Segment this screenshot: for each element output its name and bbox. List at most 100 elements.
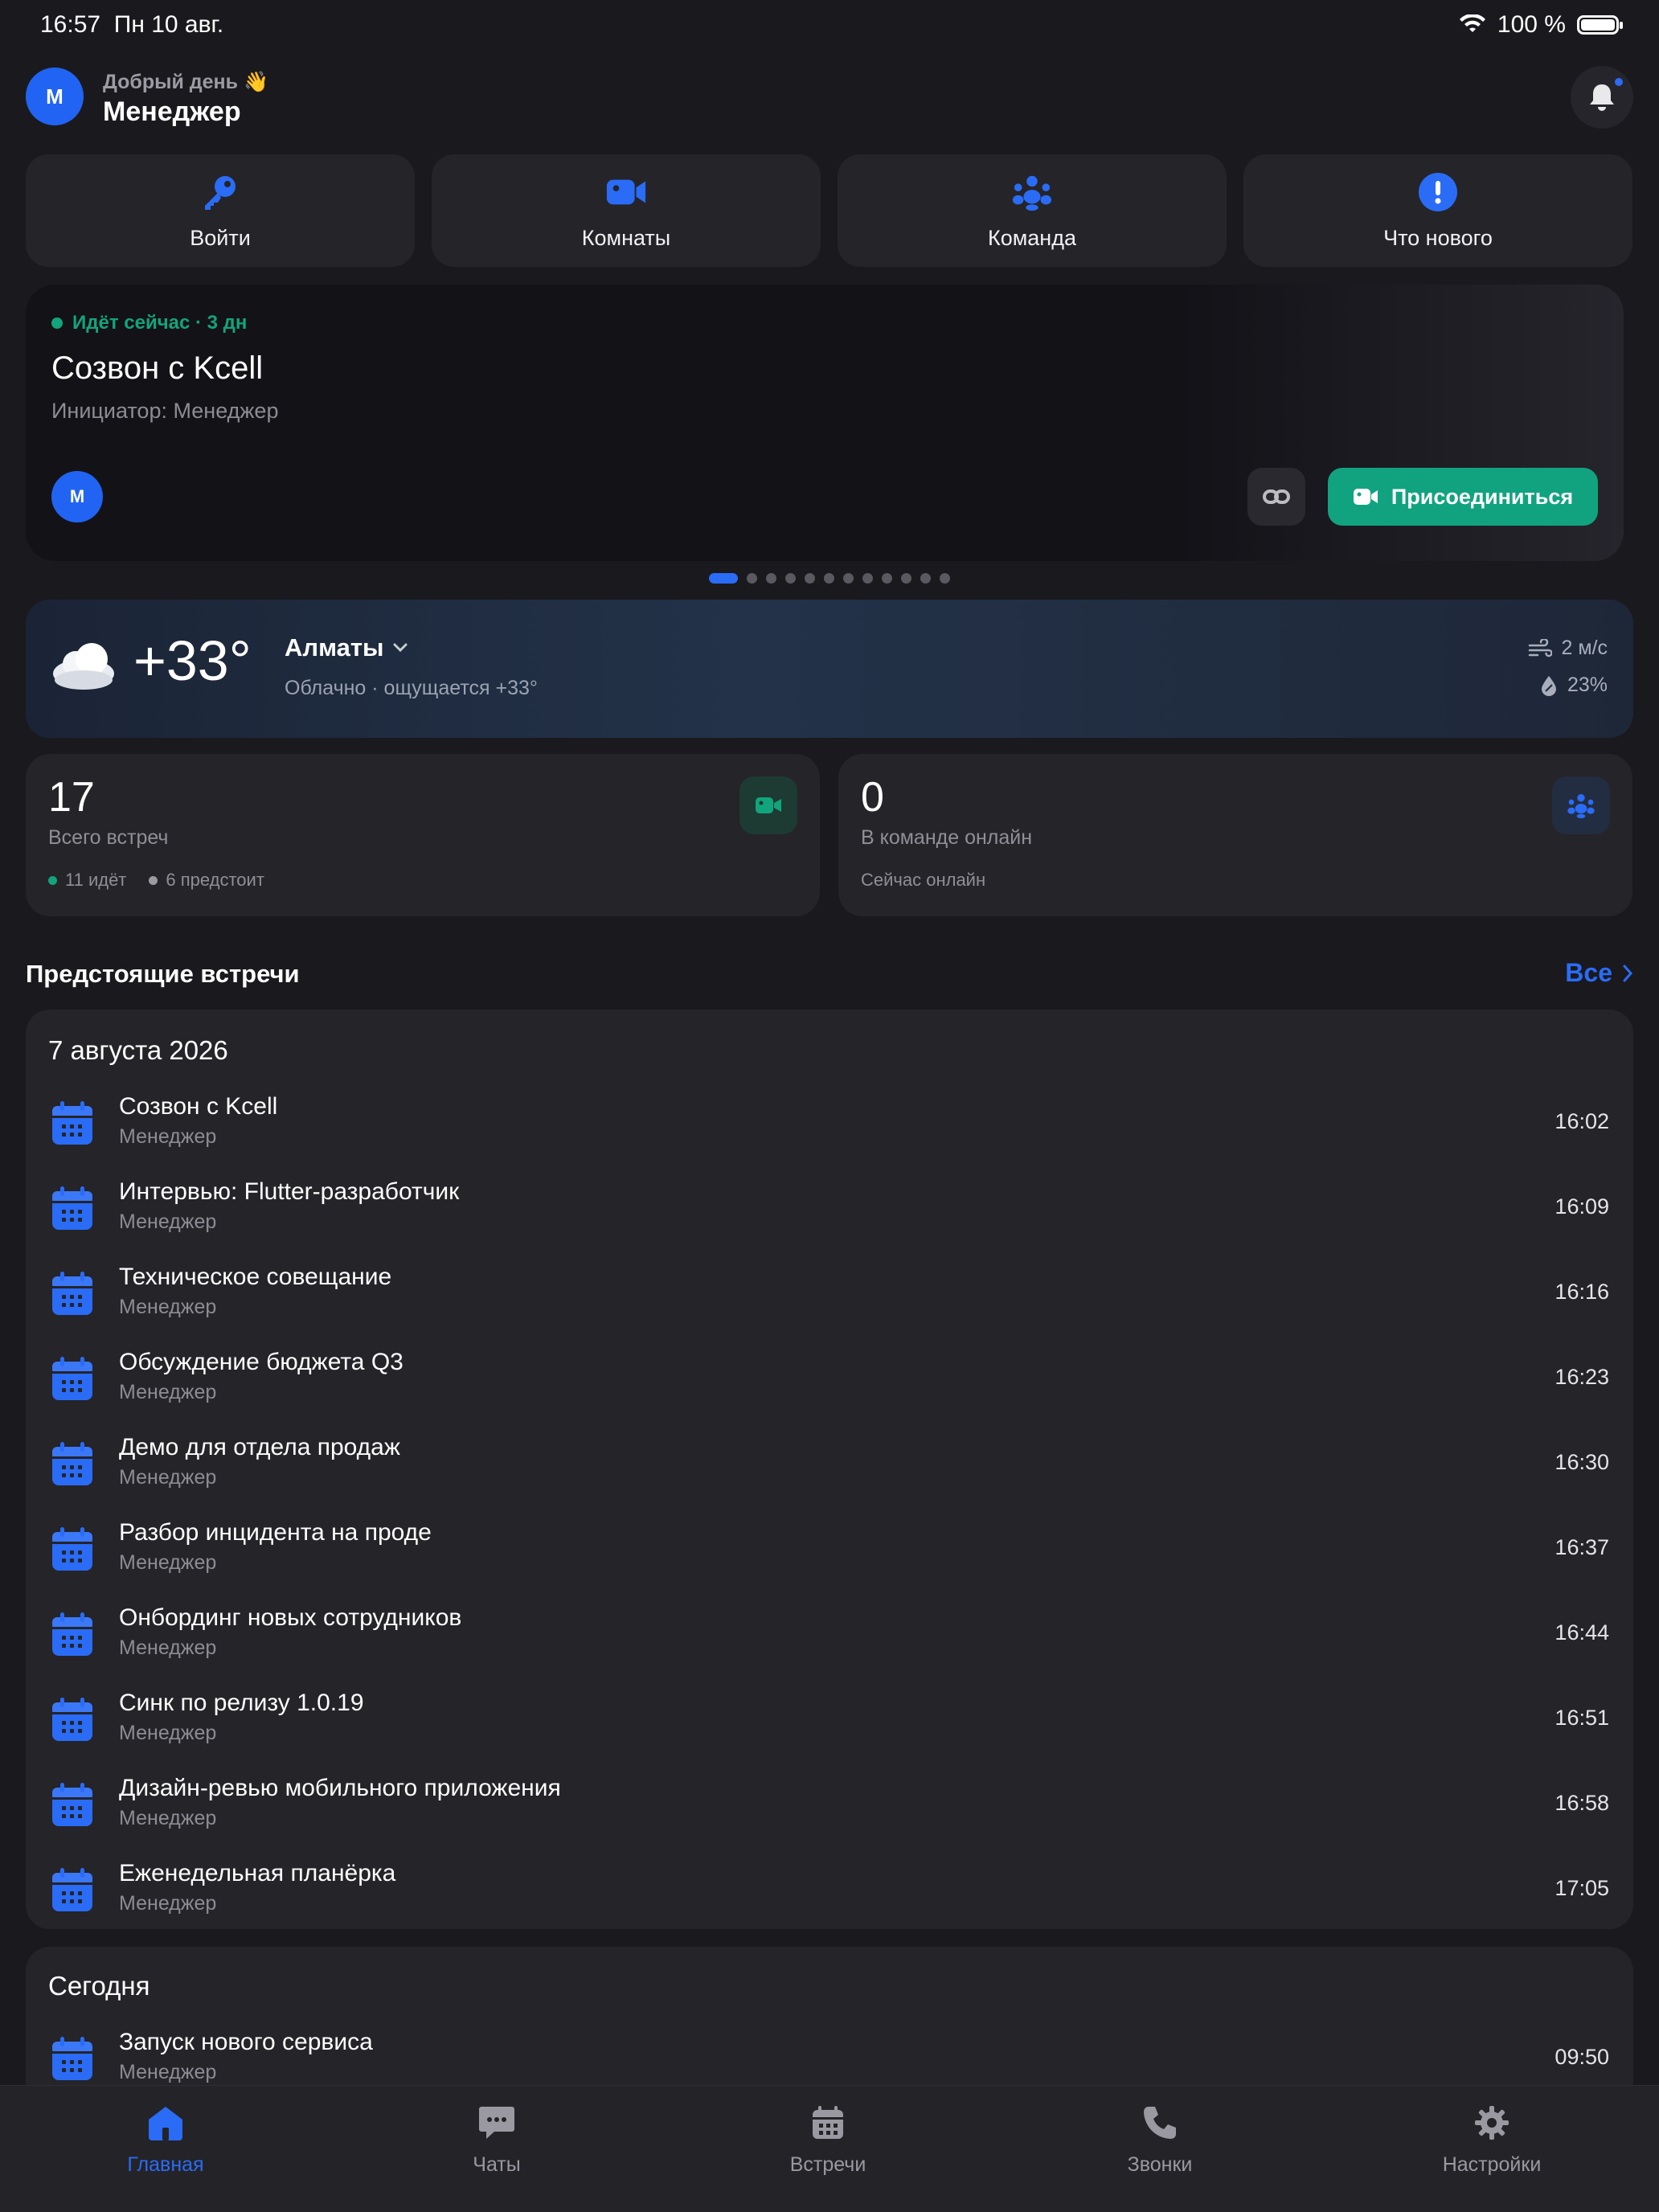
meeting-title: Созвон с Kcell xyxy=(51,350,264,386)
meeting-item-time: 16:23 xyxy=(1555,1365,1609,1389)
team-online-label: В команде онлайн xyxy=(861,826,1033,849)
meeting-item-title: Еженедельная планёрка xyxy=(119,1860,396,1886)
home-icon xyxy=(146,2103,185,2142)
team-online-stat-card[interactable]: 0 В команде онлайн Сейчас онлайн xyxy=(838,754,1632,916)
calendar-icon xyxy=(50,1185,95,1233)
nav-item-label: Встречи xyxy=(789,2153,866,2176)
join-meeting-button[interactable]: Присоединиться xyxy=(1328,468,1598,526)
status-bar-time: 16:57 Пн 10 авг. xyxy=(40,11,224,38)
calendar-icon xyxy=(50,2035,95,2083)
weather-condition: Облачно · ощущается +33° xyxy=(285,677,538,699)
meeting-item-title: Запуск нового сервиса xyxy=(119,2029,373,2055)
nav-item-phone[interactable]: Звонки xyxy=(1039,2103,1280,2177)
bottom-navigation: Главная Чаты Встречи Звонки Настройки xyxy=(0,2085,1659,2212)
pager-dot[interactable] xyxy=(709,573,738,584)
meeting-item-title: Разбор инцидента на проде xyxy=(119,1519,432,1546)
meeting-list-item[interactable]: Созвон с Kcell Менеджер 16:02 xyxy=(26,1080,1633,1165)
meeting-item-title: Обсуждение бюджета Q3 xyxy=(119,1349,403,1375)
pager-dot[interactable] xyxy=(901,573,911,584)
status-bar-indicators: 100 % xyxy=(1459,11,1623,39)
meeting-list-item[interactable]: Онбординг новых сотрудников Менеджер 16:44 xyxy=(26,1591,1633,1677)
meeting-item-organizer: Менеджер xyxy=(119,1296,217,1318)
meeting-item-organizer: Менеджер xyxy=(119,1892,217,1915)
link-icon xyxy=(1263,490,1290,504)
meeting-list-item[interactable]: Техническое совещание Менеджер 16:16 xyxy=(26,1251,1633,1336)
meetings-stat-card[interactable]: 17 Всего встреч 11 идёт 6 предстоит xyxy=(26,754,820,916)
meeting-list-item[interactable]: Обсуждение бюджета Q3 Менеджер 16:23 xyxy=(26,1336,1633,1421)
battery-percent: 100 % xyxy=(1497,11,1566,38)
meetings-total-label: Всего встреч xyxy=(48,826,169,849)
meeting-list-item[interactable]: Дизайн-ревью мобильного приложения Менедж… xyxy=(26,1762,1633,1847)
user-avatar[interactable]: М xyxy=(26,68,84,125)
pager-dot[interactable] xyxy=(805,573,815,584)
meeting-group-card: 7 августа 2026 Созвон с Kcell Менеджер 16:… xyxy=(26,1010,1633,1929)
meeting-list-item[interactable]: Разбор инцидента на проде Менеджер 16:37 xyxy=(26,1506,1633,1591)
calendar-icon xyxy=(50,1270,95,1318)
notifications-button[interactable] xyxy=(1571,66,1633,129)
team-icon xyxy=(1552,776,1610,834)
quick-action-rooms[interactable]: Комнаты xyxy=(432,154,821,267)
exclamation-icon xyxy=(1417,171,1459,213)
copy-link-button[interactable] xyxy=(1247,468,1305,526)
chat-icon xyxy=(477,2103,516,2142)
meeting-item-time: 16:09 xyxy=(1555,1194,1609,1219)
meetings-breakdown: 11 идёт 6 предстоит xyxy=(48,870,264,891)
nav-item-gear[interactable]: Настройки xyxy=(1371,2103,1612,2177)
user-name: Менеджер xyxy=(103,96,241,127)
nav-item-calendar[interactable]: Встречи xyxy=(707,2103,948,2177)
calendar-icon xyxy=(50,1355,95,1403)
pager-dot[interactable] xyxy=(862,573,873,584)
meeting-item-title: Синк по релизу 1.0.19 xyxy=(119,1690,364,1716)
meeting-item-title: Техническое совещание xyxy=(119,1264,392,1290)
meeting-list-item[interactable]: Демо для отдела продаж Менеджер 16:30 xyxy=(26,1421,1633,1506)
city-selector[interactable]: Алматы xyxy=(285,633,408,662)
ongoing-dot xyxy=(48,875,57,885)
phone-icon xyxy=(1141,2103,1179,2142)
meeting-list-item[interactable]: Синк по релизу 1.0.19 Менеджер 16:51 xyxy=(26,1677,1633,1762)
carousel-pager[interactable] xyxy=(0,573,1659,584)
meeting-item-time: 09:50 xyxy=(1555,2045,1609,2069)
meeting-item-organizer: Менеджер xyxy=(119,1551,217,1574)
nav-item-home[interactable]: Главная xyxy=(45,2103,286,2177)
meeting-item-title: Созвон с Kcell xyxy=(119,1093,278,1120)
quick-action-team[interactable]: Команда xyxy=(838,154,1227,267)
nav-item-chat[interactable]: Чаты xyxy=(376,2103,617,2177)
notification-badge xyxy=(1612,76,1625,88)
meeting-item-title: Дизайн-ревью мобильного приложения xyxy=(119,1775,561,1801)
meeting-initiator: Инициатор: Менеджер xyxy=(51,399,279,423)
meeting-item-organizer: Менеджер xyxy=(119,1722,217,1744)
nav-item-label: Звонки xyxy=(1127,2153,1193,2176)
wind-icon xyxy=(1528,638,1552,657)
video-camera-icon xyxy=(605,171,647,213)
meeting-item-time: 16:44 xyxy=(1555,1620,1609,1645)
pager-dot[interactable] xyxy=(920,573,931,584)
pager-dot[interactable] xyxy=(843,573,854,584)
meetings-total: 17 xyxy=(48,774,95,821)
meeting-item-time: 16:30 xyxy=(1555,1450,1609,1474)
meeting-item-time: 16:02 xyxy=(1555,1109,1609,1133)
meeting-item-time: 17:05 xyxy=(1555,1876,1609,1900)
calendar-icon xyxy=(50,1100,95,1148)
upcoming-dot xyxy=(149,875,158,885)
meeting-list-item[interactable]: Интервью: Flutter-разработчик Менеджер 16:… xyxy=(26,1165,1633,1251)
quick-action-label: Команда xyxy=(987,225,1076,250)
battery-icon xyxy=(1577,15,1623,35)
pager-dot[interactable] xyxy=(766,573,776,584)
pager-dot[interactable] xyxy=(824,573,834,584)
weather-card[interactable]: +33° Алматы Облачно · ощущается +33° 2 м… xyxy=(26,600,1633,738)
meeting-live-status: Идёт сейчас · 3 дн xyxy=(51,312,247,334)
quick-action-whats-new[interactable]: Что нового xyxy=(1243,154,1632,267)
video-camera-icon xyxy=(1353,489,1378,505)
weather-temperature: +33° xyxy=(133,629,252,692)
pager-dot[interactable] xyxy=(882,573,892,584)
see-all-link[interactable]: Все xyxy=(1565,958,1633,988)
meeting-list-item[interactable]: Еженедельная планёрка Менеджер 17:05 xyxy=(26,1847,1633,1932)
quick-action-login[interactable]: Войти xyxy=(26,154,415,267)
meeting-item-time: 16:58 xyxy=(1555,1791,1609,1815)
nav-item-label: Главная xyxy=(127,2153,204,2176)
pager-dot[interactable] xyxy=(785,573,796,584)
pager-dot[interactable] xyxy=(940,573,950,584)
chevron-right-icon xyxy=(1623,965,1633,981)
active-meeting-card[interactable]: Идёт сейчас · 3 дн Созвон с Kcell Инициа… xyxy=(26,285,1624,561)
pager-dot[interactable] xyxy=(747,573,757,584)
